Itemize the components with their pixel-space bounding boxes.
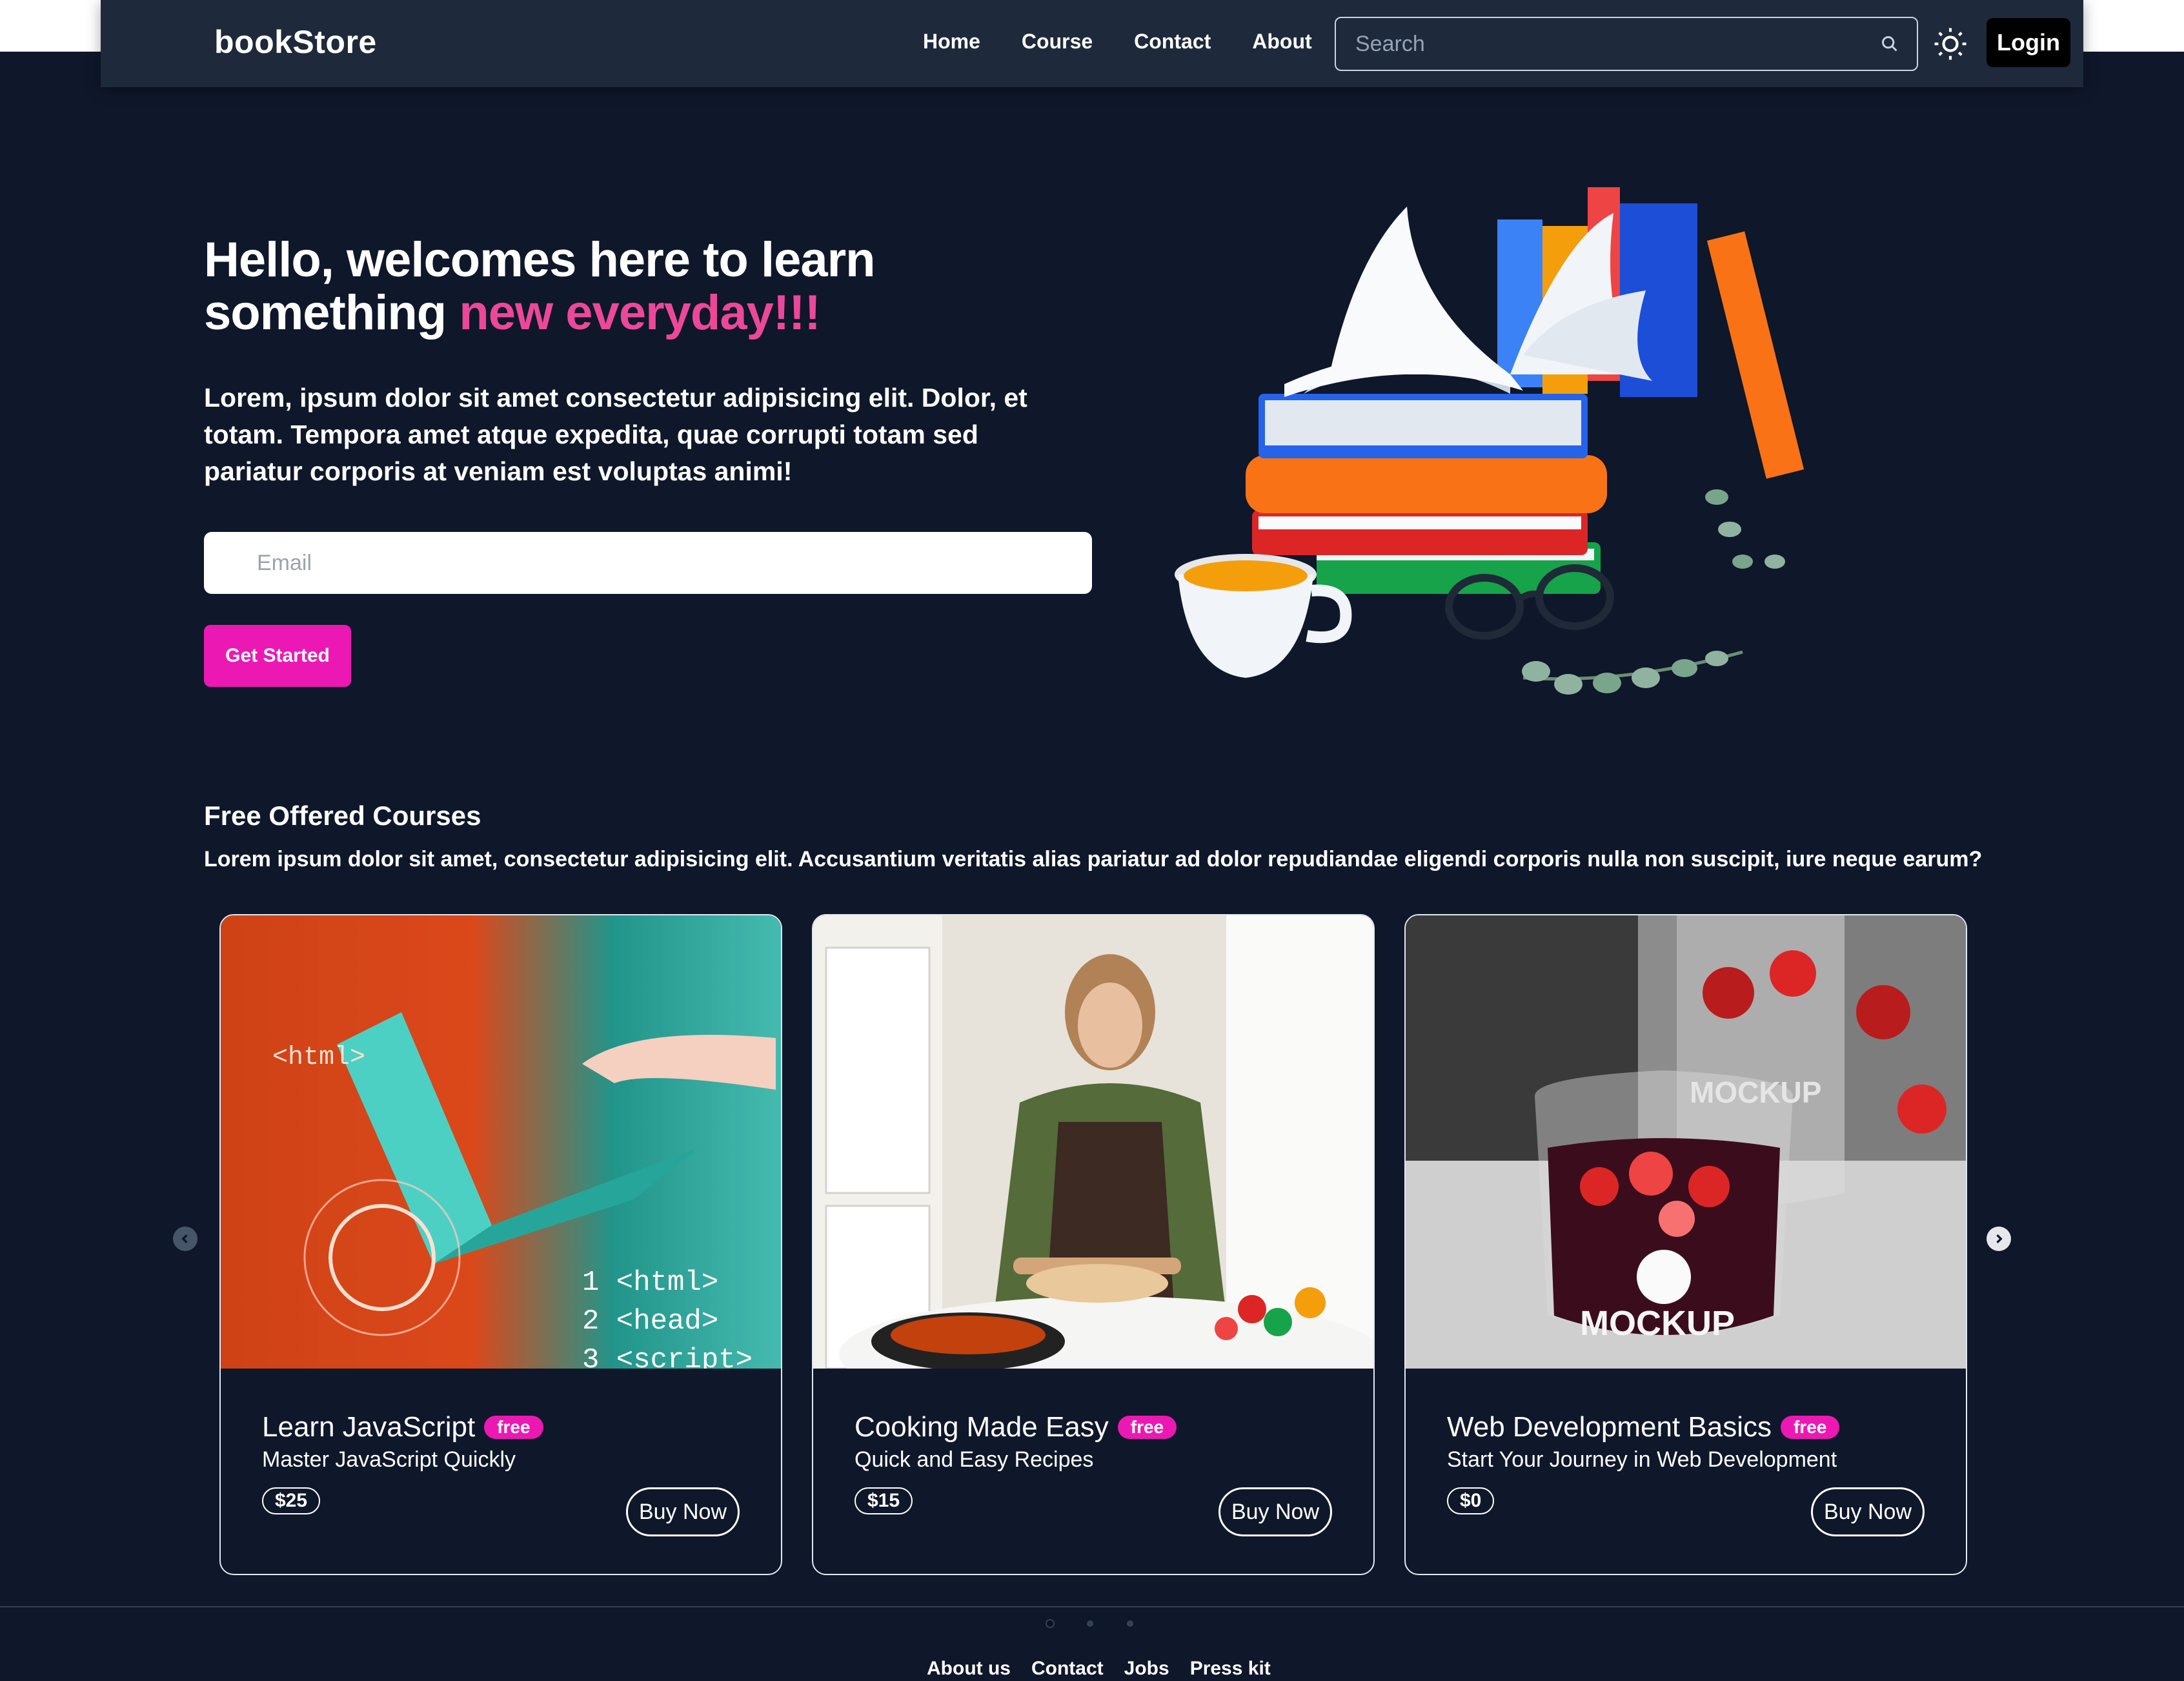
search-icon[interactable] bbox=[1881, 35, 1899, 53]
price-tag: $25 bbox=[262, 1487, 321, 1514]
chevron-left-icon bbox=[181, 1234, 188, 1244]
get-started-button[interactable]: Get Started bbox=[204, 625, 351, 687]
card-title: Cooking Made Easy bbox=[854, 1411, 1109, 1443]
search-box bbox=[1335, 17, 1918, 71]
course-card[interactable]: <html> 1 <html> 2 <head> 3 <script> Lear… bbox=[219, 914, 782, 1575]
sun-icon[interactable] bbox=[1932, 26, 1968, 62]
card-title-row: Cooking Made Easy free bbox=[854, 1411, 1177, 1443]
chevron-right-icon bbox=[1996, 1234, 2003, 1244]
footer-links: About us Contact Jobs Press kit bbox=[927, 1658, 1271, 1680]
mockup-label-back: MOCKUP bbox=[1690, 1075, 1821, 1109]
hero-title-line2: something bbox=[204, 285, 460, 340]
footer-link-jobs[interactable]: Jobs bbox=[1124, 1658, 1169, 1680]
buy-now-button[interactable]: Buy Now bbox=[1218, 1487, 1332, 1536]
code-label-html: <html> bbox=[272, 1043, 365, 1072]
code-line-3: 3 <script> bbox=[582, 1344, 753, 1369]
card-title: Web Development Basics bbox=[1447, 1411, 1772, 1443]
footer-link-about-us[interactable]: About us bbox=[927, 1658, 1011, 1680]
hero-description: Lorem, ipsum dolor sit amet consectetur … bbox=[204, 383, 1027, 486]
card-title: Learn JavaScript bbox=[262, 1411, 476, 1443]
card-subtitle: Quick and Easy Recipes bbox=[854, 1447, 1094, 1472]
nav-link-contact[interactable]: Contact bbox=[1134, 30, 1211, 54]
login-button[interactable]: Login bbox=[1987, 18, 2070, 67]
search-input[interactable] bbox=[1355, 18, 1859, 70]
free-badge: free bbox=[1117, 1416, 1177, 1439]
card-title-row: Web Development Basics free bbox=[1447, 1411, 1840, 1443]
books-illustration bbox=[1175, 187, 1805, 695]
footer-link-contact[interactable]: Contact bbox=[1031, 1658, 1104, 1680]
code-line-2: 2 <head> bbox=[582, 1305, 718, 1338]
carousel-prev-button[interactable] bbox=[173, 1227, 197, 1251]
buy-now-button[interactable]: Buy Now bbox=[626, 1487, 740, 1536]
courses-section-title: Free Offered Courses bbox=[204, 800, 481, 831]
card-title-row: Learn JavaScript free bbox=[262, 1411, 543, 1443]
free-badge: free bbox=[1780, 1416, 1840, 1439]
nav-links: Home Course Contact About bbox=[923, 30, 1312, 54]
carousel-next-button[interactable] bbox=[1987, 1227, 2011, 1251]
footer-divider bbox=[0, 1606, 2184, 1607]
course-image-javascript: <html> 1 <html> 2 <head> 3 <script> bbox=[221, 915, 781, 1369]
card-subtitle: Master JavaScript Quickly bbox=[262, 1447, 516, 1472]
page-edge-left bbox=[0, 0, 101, 52]
footer-link-press-kit[interactable]: Press kit bbox=[1190, 1658, 1271, 1680]
code-line-1: 1 <html> bbox=[582, 1267, 718, 1299]
carousel-dot[interactable] bbox=[1127, 1620, 1133, 1627]
email-field[interactable] bbox=[204, 532, 1092, 594]
carousel-dot[interactable] bbox=[1087, 1620, 1093, 1627]
hero-title: Hello, welcomes here to learn something … bbox=[204, 234, 1172, 340]
buy-now-button[interactable]: Buy Now bbox=[1811, 1487, 1925, 1536]
nav-link-about[interactable]: About bbox=[1252, 30, 1311, 54]
hero-title-accent: new everyday!!! bbox=[459, 285, 820, 340]
page-edge-right bbox=[2083, 0, 2184, 52]
mockup-label-front: MOCKUP bbox=[1580, 1304, 1735, 1343]
brand-logo[interactable]: bookStore bbox=[214, 23, 377, 61]
carousel-dots bbox=[1047, 1620, 1133, 1627]
free-badge: free bbox=[484, 1416, 543, 1439]
navbar: bookStore Home Course Contact About Logi… bbox=[101, 0, 2083, 87]
carousel-dot[interactable] bbox=[1047, 1620, 1053, 1627]
price-tag: $0 bbox=[1447, 1487, 1495, 1514]
nav-link-home[interactable]: Home bbox=[923, 30, 980, 54]
course-card[interactable]: Cooking Made Easy free Quick and Easy Re… bbox=[812, 914, 1375, 1575]
hero-title-line1: Hello, welcomes here to learn bbox=[204, 232, 876, 287]
course-card[interactable]: MOCKUP MOCKUP Web Development Basics fre… bbox=[1404, 914, 1967, 1575]
course-image-mockup-drinks: MOCKUP MOCKUP bbox=[1406, 915, 1966, 1369]
card-subtitle: Start Your Journey in Web Development bbox=[1447, 1447, 1837, 1472]
courses-section-description: Lorem ipsum dolor sit amet, consectetur … bbox=[204, 847, 1983, 871]
course-image-cooking bbox=[813, 915, 1373, 1369]
nav-link-course[interactable]: Course bbox=[1022, 30, 1093, 54]
price-tag: $15 bbox=[854, 1487, 913, 1514]
